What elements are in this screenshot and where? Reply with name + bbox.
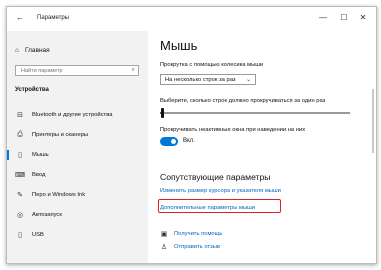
sidebar-item-автозапуск[interactable]: ◎ Автозапуск bbox=[7, 205, 148, 225]
scroll-wheel-label: Прокрутка с помощью колесика мыши bbox=[160, 62, 264, 68]
send-feedback-link[interactable]: ♙ Отправить отзыв bbox=[160, 243, 220, 251]
minimize-icon[interactable]: — bbox=[314, 13, 332, 22]
device-icon: ⊟ bbox=[17, 112, 23, 119]
link-cursor-size[interactable]: Изменить размер курсора и указателя мыши bbox=[160, 188, 281, 194]
settings-window: ← Параметры — ☐ ✕ ⌂ Главная Найти параме… bbox=[6, 6, 377, 264]
toggle-knob bbox=[171, 139, 176, 144]
inactive-scroll-toggle[interactable] bbox=[160, 137, 178, 146]
related-settings-title: Сопутствующие параметры bbox=[160, 172, 271, 182]
slider-track bbox=[160, 112, 350, 114]
device-icon: ▯ bbox=[18, 232, 22, 239]
device-icon: ⌨ bbox=[15, 172, 26, 179]
device-icon: ▯ bbox=[18, 152, 22, 159]
device-icon: ◎ bbox=[16, 212, 24, 219]
scroll-wheel-value: На несколько строк за раз bbox=[165, 77, 236, 83]
sidebar-item-принтеры-и-сканеры[interactable]: ⎙ Принтеры и сканеры bbox=[7, 125, 148, 145]
sidebar-item-label: Bluetooth и другие устройства bbox=[32, 112, 113, 118]
active-indicator bbox=[7, 150, 9, 160]
send-feedback-label: Отправить отзыв bbox=[174, 244, 221, 250]
sidebar-item-label: USB bbox=[32, 232, 44, 238]
sidebar-nav-list: ⊟ Bluetooth и другие устройства ⎙ Принтеры … bbox=[7, 105, 148, 245]
sidebar-item-label: Ввод bbox=[32, 172, 46, 178]
home-icon: ⌂ bbox=[15, 47, 19, 54]
device-icon: ✎ bbox=[17, 192, 23, 199]
get-help-link[interactable]: ▣ Получить помощь bbox=[160, 230, 223, 238]
toggle-state-text: Вкл. bbox=[183, 138, 195, 144]
close-icon[interactable]: ✕ bbox=[354, 13, 372, 22]
lines-slider[interactable] bbox=[160, 108, 350, 118]
link-additional-mouse-settings[interactable]: Дополнительные параметры мыши bbox=[160, 205, 255, 211]
sidebar-item-мышь[interactable]: ▯ Мышь bbox=[7, 145, 148, 165]
title-bar: ← Параметры — ☐ ✕ bbox=[7, 7, 376, 31]
sidebar-item-label: Принтеры и сканеры bbox=[32, 132, 89, 138]
lines-label: Выберите, сколько строк должно прокручив… bbox=[160, 98, 326, 104]
window-title: Параметры bbox=[37, 15, 69, 21]
sidebar-item-usb[interactable]: ▯ USB bbox=[7, 225, 148, 245]
sidebar-home-label: Главная bbox=[24, 47, 50, 54]
scrollbar[interactable] bbox=[372, 89, 374, 153]
main-content: Мышь Прокрутка с помощью колесика мыши Н… bbox=[148, 31, 376, 263]
sidebar-item-перо-и-windows-ink[interactable]: ✎ Перо и Windows Ink bbox=[7, 185, 148, 205]
page-title: Мышь bbox=[160, 38, 198, 53]
sidebar-item-label: Перо и Windows Ink bbox=[32, 192, 86, 198]
feedback-person-icon: ♙ bbox=[160, 244, 168, 251]
chevron-down-icon: ⌄ bbox=[245, 77, 251, 83]
sidebar-item-bluetooth-и-другие-устройства[interactable]: ⊟ Bluetooth и другие устройства bbox=[7, 105, 148, 125]
maximize-icon[interactable]: ☐ bbox=[335, 13, 353, 22]
get-help-label: Получить помощь bbox=[174, 231, 223, 237]
back-arrow-icon[interactable]: ← bbox=[16, 14, 24, 22]
inactive-scroll-label: Прокручивать неактивные окна при наведен… bbox=[160, 127, 306, 133]
slider-thumb[interactable] bbox=[160, 108, 164, 118]
sidebar: ⌂ Главная Найти параметр ⌕ Устройства ⊟ B… bbox=[7, 31, 148, 263]
help-chat-icon: ▣ bbox=[160, 231, 168, 238]
scroll-wheel-dropdown[interactable]: На несколько строк за раз ⌄ bbox=[160, 74, 256, 85]
sidebar-item-label: Мышь bbox=[32, 152, 49, 158]
sidebar-item-home[interactable]: ⌂ Главная bbox=[15, 47, 50, 54]
search-input[interactable]: Найти параметр ⌕ bbox=[15, 65, 139, 76]
sidebar-item-label: Автозапуск bbox=[32, 212, 62, 218]
section-title-devices: Устройства bbox=[15, 87, 49, 93]
sidebar-item-ввод[interactable]: ⌨ Ввод bbox=[7, 165, 148, 185]
device-icon: ⎙ bbox=[17, 131, 23, 138]
search-placeholder: Найти параметр bbox=[21, 68, 63, 74]
search-icon[interactable]: ⌕ bbox=[132, 67, 135, 74]
